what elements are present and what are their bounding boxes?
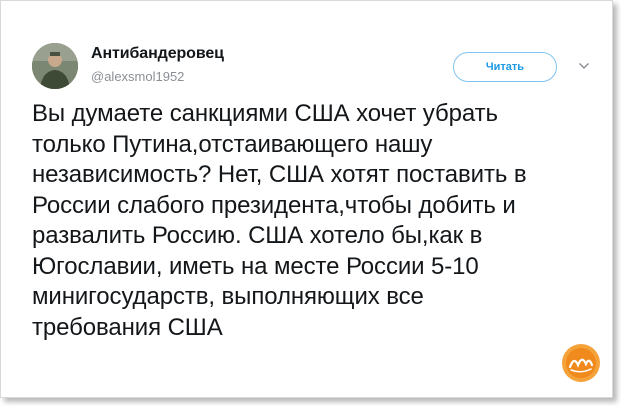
follow-button[interactable]: Читать [453, 52, 557, 82]
tweet-card: Антибандеровец @alexsmol1952 Читать Вы д… [0, 0, 613, 398]
user-handle[interactable]: @alexsmol1952 [91, 69, 184, 84]
chevron-down-icon[interactable] [578, 61, 590, 71]
tweet-text: Вы думаете санкциями США хочет убрать то… [32, 100, 527, 341]
avatar-image [32, 43, 78, 89]
display-name[interactable]: Антибандеровец [91, 45, 224, 63]
avatar[interactable] [32, 43, 78, 89]
site-logo-icon [562, 344, 600, 382]
